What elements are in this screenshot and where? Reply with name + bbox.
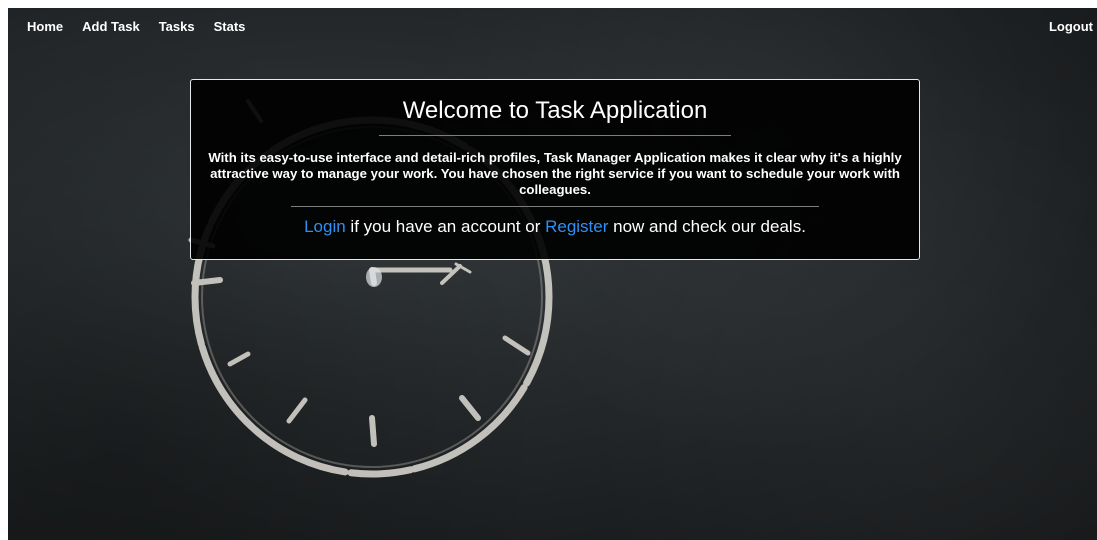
page-background: Home Add Task Tasks Stats Logout Welcome… [8,8,1097,540]
nav-home-link[interactable]: Home [27,19,63,34]
description-divider [291,206,819,207]
login-link[interactable]: Login [304,217,346,236]
welcome-description: With its easy-to-use interface and detai… [208,150,902,197]
nav-add-task-link[interactable]: Add Task [82,19,140,34]
welcome-title: Welcome to Task Application [402,97,708,124]
cta-text-middle: if you have an account or [345,217,546,236]
logout-link[interactable]: Logout [1049,19,1093,34]
register-link[interactable]: Register [545,217,608,236]
call-to-action: Login if you have an account or Register… [191,216,919,238]
nav-stats-link[interactable]: Stats [214,19,246,34]
nav-tasks-link[interactable]: Tasks [159,19,195,34]
title-divider [379,135,731,136]
cta-text-end: now and check our deals. [608,217,806,236]
top-navbar: Home Add Task Tasks Stats Logout [8,8,1097,44]
welcome-panel: Welcome to Task Application With its eas… [190,79,920,260]
